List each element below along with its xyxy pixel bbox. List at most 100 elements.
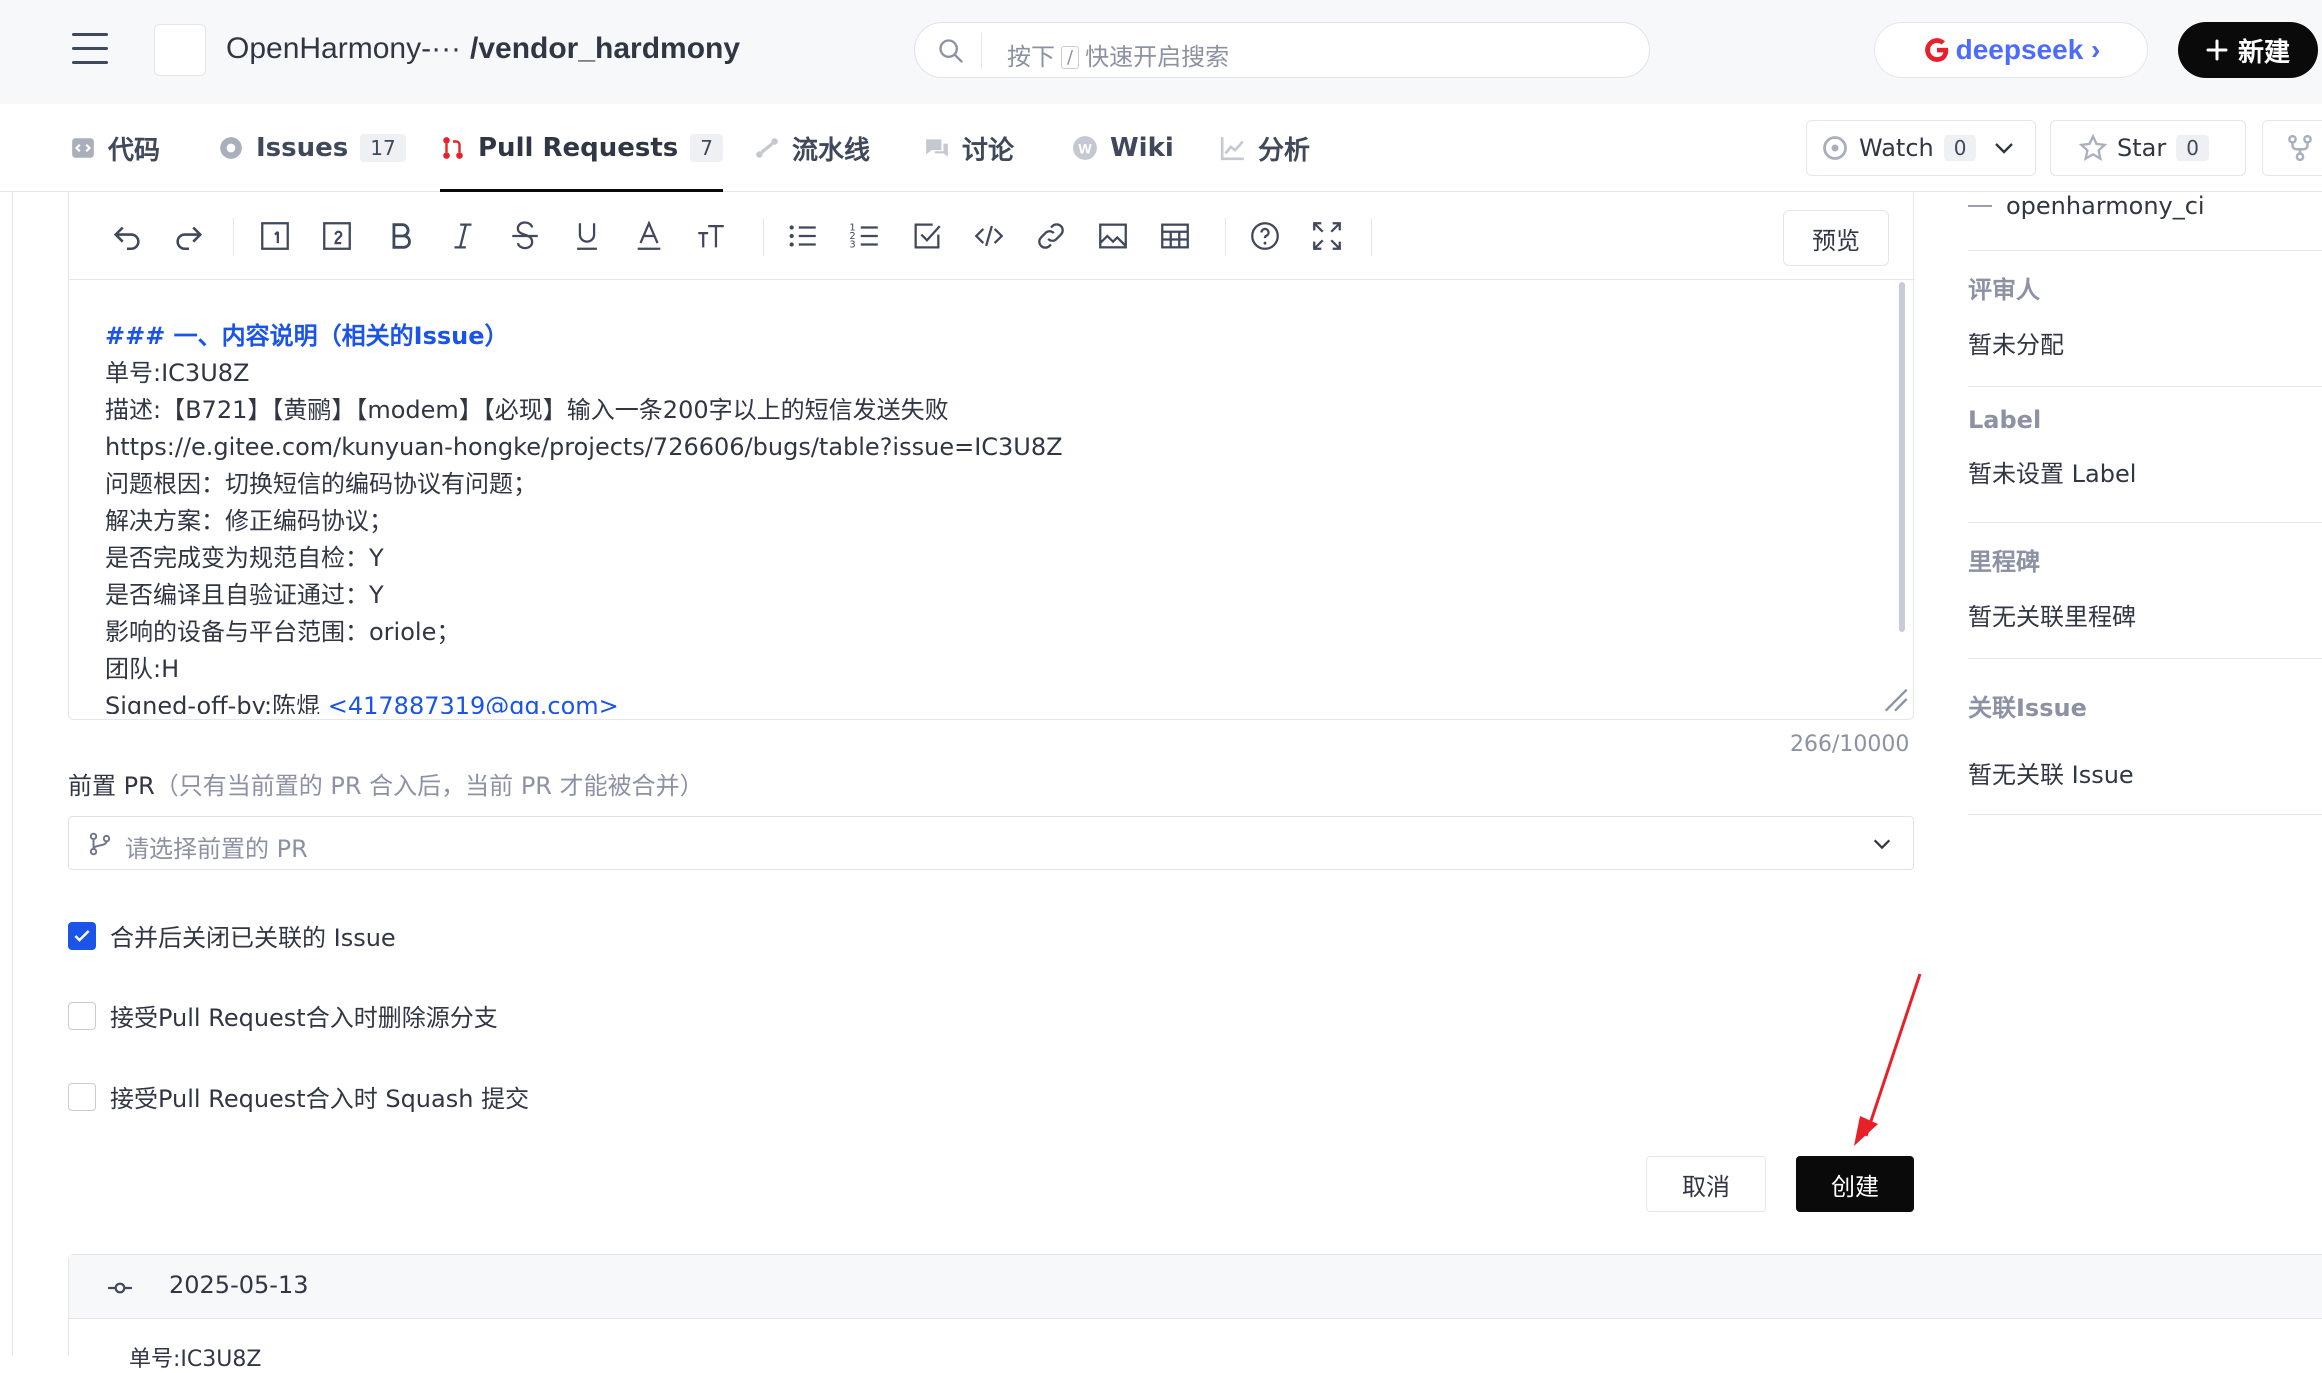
- deepseek-button[interactable]: deepseek ›: [1874, 22, 2148, 78]
- prereq-pr-select[interactable]: 请选择前置的 PR: [68, 816, 1914, 870]
- linked-issue-value: 暂无关联 Issue: [1968, 761, 2134, 789]
- char-count: 266/10000: [1790, 732, 1910, 757]
- chart-icon: [1220, 137, 1244, 161]
- commit-date: 2025-05-13: [169, 1271, 309, 1299]
- image-icon: [1099, 223, 1127, 249]
- linked-issue-section[interactable]: 关联Issue 暂无关联 Issue: [1968, 688, 2322, 790]
- link-button[interactable]: [1031, 216, 1071, 256]
- toolbar-divider: [233, 218, 234, 256]
- star-count: 0: [2176, 135, 2209, 161]
- table-button[interactable]: [1155, 216, 1195, 256]
- issues-count-badge: 17: [360, 134, 406, 162]
- plus-icon: [2206, 39, 2228, 61]
- milestone-title: 里程碑: [1968, 548, 2040, 576]
- help-button[interactable]: [1245, 216, 1285, 256]
- search-icon: [939, 39, 963, 63]
- new-button[interactable]: 新建: [2178, 22, 2318, 78]
- label-section[interactable]: Label 暂未设置 Label: [1968, 406, 2322, 489]
- hamburger-menu-icon[interactable]: [72, 33, 108, 67]
- close-issue-checkbox[interactable]: 合并后关闭已关联的 Issue: [68, 918, 396, 953]
- repo-name-link[interactable]: /vendor_hardmony: [470, 32, 740, 66]
- global-search-input[interactable]: 按下 / 快速开启搜索: [914, 22, 1650, 78]
- task-list-button[interactable]: [907, 216, 947, 256]
- tab-issues-label: Issues: [256, 133, 349, 163]
- help-icon: [1251, 222, 1279, 250]
- checkbox-unchecked[interactable]: [68, 1001, 96, 1030]
- deepseek-label: deepseek ›: [1955, 34, 2101, 65]
- fullscreen-icon: [1313, 222, 1341, 250]
- tab-pipeline[interactable]: 流水线: [754, 104, 870, 192]
- bullet-list-button[interactable]: [783, 216, 823, 256]
- ordered-list-button[interactable]: 123: [845, 216, 885, 256]
- code-icon: [72, 138, 94, 158]
- description-line: 单号:IC3U8Z: [105, 359, 250, 387]
- strikethrough-button[interactable]: [505, 216, 545, 256]
- tab-pull-requests[interactable]: Pull Requests 7: [440, 104, 723, 192]
- heading1-button[interactable]: [255, 216, 295, 256]
- underline-button[interactable]: [567, 216, 607, 256]
- ordered-list-icon: 123: [849, 222, 878, 250]
- branch-icon: [89, 832, 111, 856]
- resize-handle-icon[interactable]: [1881, 685, 1909, 713]
- commit-message[interactable]: 单号:IC3U8Z: [129, 1341, 261, 1373]
- font-size-icon: [698, 224, 724, 248]
- tab-discussion[interactable]: 讨论: [924, 104, 1014, 192]
- fork-button[interactable]: [2262, 120, 2322, 176]
- checkbox-icon: [914, 223, 941, 249]
- fullscreen-button[interactable]: [1307, 216, 1347, 256]
- cancel-button[interactable]: 取消: [1646, 1156, 1766, 1212]
- fork-icon: [2288, 134, 2312, 162]
- code-block-icon: [974, 225, 1004, 247]
- star-label: Star: [2117, 134, 2167, 162]
- discussion-icon: [926, 139, 948, 157]
- chevron-down-icon: [1873, 839, 1891, 850]
- delete-branch-checkbox[interactable]: 接受Pull Request合入时删除源分支: [68, 998, 498, 1033]
- tab-code-label: 代码: [108, 135, 161, 166]
- link-icon: [1038, 223, 1064, 249]
- label-value: 暂未设置 Label: [1968, 460, 2137, 488]
- image-button[interactable]: [1093, 216, 1133, 256]
- ci-user-name: openharmony_ci: [2006, 192, 2205, 220]
- tab-issues[interactable]: Issues 17: [218, 104, 406, 192]
- annotation-arrow-icon: [1854, 973, 1922, 1146]
- repo-owner-link[interactable]: OpenHarmony-···: [226, 32, 461, 66]
- tab-wiki[interactable]: W Wiki: [1072, 104, 1174, 192]
- create-button[interactable]: 创建: [1796, 1156, 1914, 1212]
- search-divider: [981, 33, 982, 69]
- checkbox-checked[interactable]: [68, 921, 96, 950]
- watch-button[interactable]: Watch 0: [1806, 120, 2036, 176]
- signoff-email-link[interactable]: <417887319@qq.com>: [328, 692, 619, 714]
- squash-checkbox[interactable]: 接受Pull Request合入时 Squash 提交: [68, 1079, 529, 1114]
- font-size-button[interactable]: [691, 216, 731, 256]
- milestone-section[interactable]: 里程碑 暂无关联里程碑: [1968, 542, 2322, 632]
- repo-tabs: 代码 Issues 17 Pull Requests 7 流水线 讨论 W Wi…: [0, 104, 2322, 192]
- sidebar-divider: [1968, 522, 2322, 523]
- pull-request-icon: [443, 137, 463, 159]
- checkbox-unchecked[interactable]: [68, 1082, 96, 1111]
- prereq-hint: （只有当前置的 PR 合入后，当前 PR 才能被合并）: [154, 772, 704, 800]
- redo-button[interactable]: [169, 216, 209, 256]
- description-line: 是否编译且自验证通过：Y: [105, 581, 384, 609]
- italic-button[interactable]: [443, 216, 483, 256]
- code-button[interactable]: [969, 216, 1009, 256]
- tab-code[interactable]: 代码: [70, 104, 160, 192]
- prereq-title: 前置 PR: [68, 772, 155, 800]
- bold-icon: [392, 223, 411, 249]
- font-color-button[interactable]: [629, 216, 669, 256]
- editor-scrollbar[interactable]: [1899, 282, 1905, 632]
- description-line: 问题根因：切换短信的编码协议有问题；: [105, 470, 537, 498]
- pr-description-textarea[interactable]: ### 一、内容说明（相关的Issue） 单号:IC3U8Z 描述:【B721】…: [105, 318, 1845, 714]
- repo-avatar[interactable]: [154, 24, 206, 76]
- heading-2-icon: [323, 222, 351, 250]
- heading2-button[interactable]: [317, 216, 357, 256]
- tab-analysis[interactable]: 分析: [1220, 104, 1310, 192]
- reviewers-section[interactable]: 评审人 暂未分配: [1968, 270, 2322, 360]
- redo-icon: [176, 226, 203, 251]
- star-button[interactable]: Star 0: [2050, 120, 2246, 176]
- preview-button[interactable]: 预览: [1783, 210, 1889, 266]
- toolbar-divider: [763, 218, 764, 256]
- signoff-line: Signed-off-by:陈焜 <417887319@qq.com>: [105, 688, 1845, 714]
- undo-button[interactable]: [107, 216, 147, 256]
- bold-button[interactable]: [381, 216, 421, 256]
- linked-issue-title: 关联Issue: [1968, 694, 2087, 722]
